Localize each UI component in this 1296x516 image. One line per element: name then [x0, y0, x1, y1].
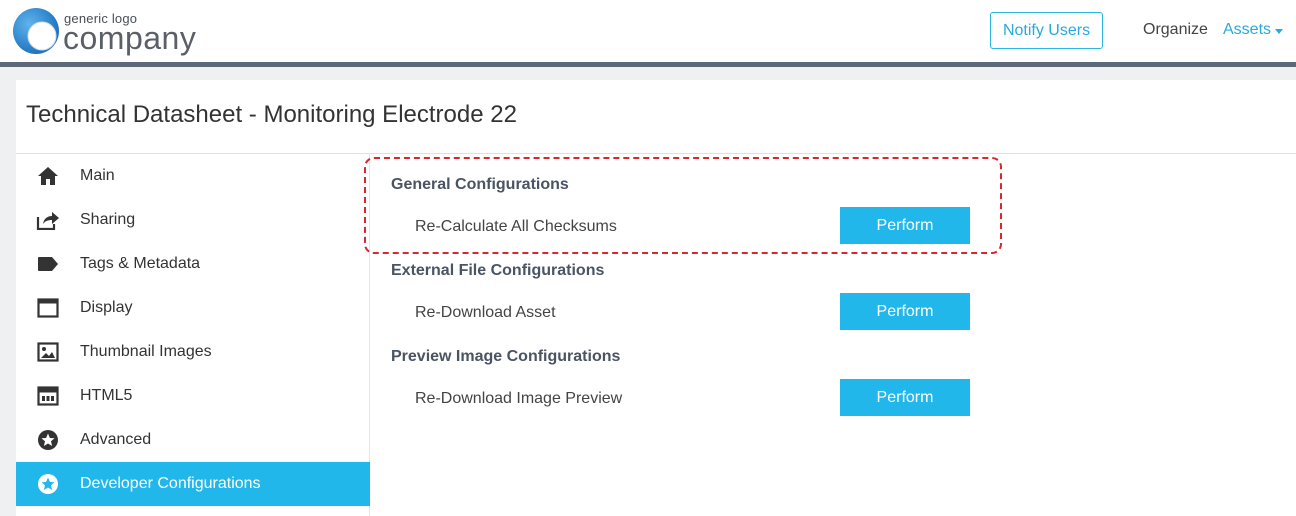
section-title-external-file: External File Configurations	[391, 262, 605, 279]
page-title: Technical Datasheet - Monitoring Electro…	[26, 101, 517, 128]
section-title-preview-image: Preview Image Configurations	[391, 348, 621, 365]
sidebar-item-thumbnail-images[interactable]: Thumbnail Images	[16, 330, 370, 374]
sidebar-item-tags-metadata[interactable]: Tags & Metadata	[16, 242, 370, 286]
star-circle-icon	[36, 473, 60, 495]
nav-assets-label: Assets	[1223, 21, 1272, 38]
sidebar-item-developer-configurations[interactable]: Developer Configurations	[16, 462, 370, 506]
sidebar-item-advanced[interactable]: Advanced	[16, 418, 370, 462]
sidebar: Main Sharing Tags & Metadata Display Thu…	[16, 154, 370, 516]
sidebar-item-html5[interactable]: HTML5	[16, 374, 370, 418]
perform-redownload-asset-button[interactable]: Perform	[840, 293, 970, 330]
action-label-redownload-asset: Re-Download Asset	[415, 304, 556, 321]
tag-icon	[36, 253, 60, 275]
html5-icon	[36, 385, 60, 407]
image-icon	[36, 341, 60, 363]
perform-redownload-preview-button[interactable]: Perform	[840, 379, 970, 416]
chevron-down-icon	[1275, 28, 1284, 34]
perform-recalculate-checksums-button[interactable]: Perform	[840, 207, 970, 244]
logo-circle-icon	[13, 8, 59, 54]
main-panel: Technical Datasheet - Monitoring Electro…	[16, 80, 1296, 516]
sidebar-item-label: Thumbnail Images	[80, 343, 212, 360]
sidebar-item-label: Sharing	[80, 211, 136, 228]
sidebar-item-sharing[interactable]: Sharing	[16, 198, 370, 242]
sidebar-item-display[interactable]: Display	[16, 286, 370, 330]
company-logo[interactable]: generic logo company	[12, 6, 212, 56]
top-header: generic logo company Notify Users Organi…	[0, 0, 1296, 62]
nav-assets-dropdown[interactable]: Assets	[1223, 21, 1284, 39]
action-label-redownload-preview: Re-Download Image Preview	[415, 390, 623, 407]
sidebar-item-main[interactable]: Main	[16, 154, 370, 198]
configurations-content: General Configurations Re-Calculate All …	[391, 154, 1011, 454]
action-label-recalculate-checksums: Re-Calculate All Checksums	[415, 218, 617, 235]
sidebar-item-label: Developer Configurations	[80, 475, 261, 492]
star-circle-icon	[36, 429, 60, 451]
section-title-general: General Configurations	[391, 176, 569, 193]
share-icon	[36, 209, 60, 231]
sidebar-item-label: Main	[80, 167, 115, 184]
header-divider-bar	[0, 62, 1296, 67]
window-icon	[36, 297, 60, 319]
sidebar-item-label: HTML5	[80, 387, 133, 404]
notify-users-button[interactable]: Notify Users	[990, 12, 1103, 49]
title-area: Technical Datasheet - Monitoring Electro…	[16, 80, 1296, 154]
nav-organize-link[interactable]: Organize	[1143, 21, 1208, 39]
sidebar-item-label: Display	[80, 299, 133, 316]
home-icon	[36, 165, 60, 187]
sidebar-item-label: Tags & Metadata	[80, 255, 201, 272]
logo-wordmark: company	[63, 20, 197, 56]
sidebar-item-label: Advanced	[80, 431, 152, 448]
